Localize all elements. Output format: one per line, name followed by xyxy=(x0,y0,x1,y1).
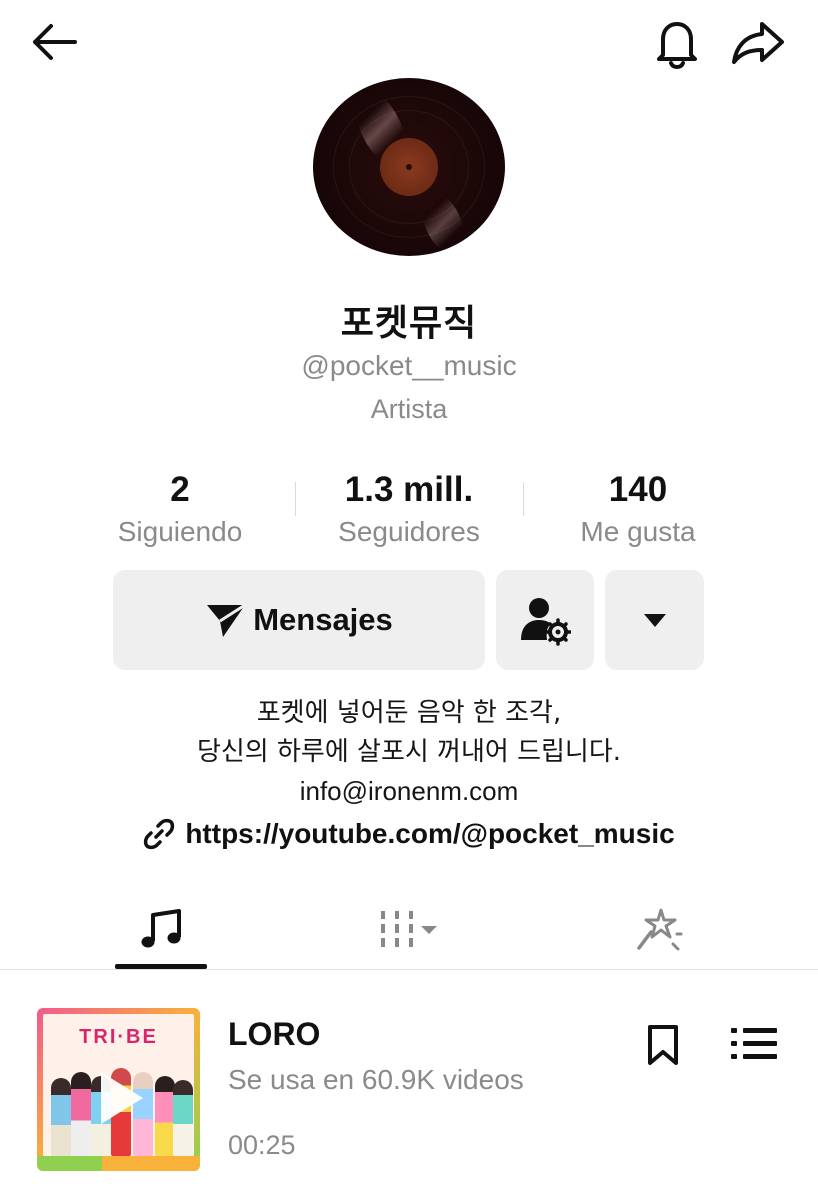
list-item[interactable]: TRI·BE LORO Se usa en 60.9K videos 00:25 xyxy=(0,990,818,1190)
avatar[interactable] xyxy=(313,78,505,256)
music-note-icon xyxy=(141,909,181,948)
list-icon xyxy=(731,1028,777,1059)
messages-button[interactable]: Mensajes xyxy=(113,570,485,670)
bell-icon xyxy=(657,22,697,69)
bio-line: 당신의 하루에 살포시 꺼내어 드립니다. xyxy=(196,737,622,767)
more-options-button[interactable] xyxy=(605,570,704,670)
stat-label: Seguidores xyxy=(338,516,480,547)
profile-link-text: https://youtube.com/@pocket_music xyxy=(185,818,675,849)
effects-icon xyxy=(637,908,683,951)
stat-likes[interactable]: 140 Me gusta xyxy=(523,470,753,548)
back-button[interactable] xyxy=(22,18,86,66)
album-cover[interactable]: TRI·BE xyxy=(37,1008,200,1171)
stat-label: Me gusta xyxy=(580,516,696,547)
tab-collections[interactable] xyxy=(360,890,460,968)
back-arrow-icon xyxy=(33,24,77,60)
play-icon xyxy=(101,1072,143,1124)
messages-label: Mensajes xyxy=(253,602,393,637)
link-icon xyxy=(144,818,175,850)
share-arrow-icon xyxy=(732,22,784,64)
caret-down-icon xyxy=(643,614,666,627)
track-usage: Se usa en 60.9K videos xyxy=(228,1064,524,1095)
add-to-list-button[interactable] xyxy=(728,1022,782,1066)
tab-music[interactable] xyxy=(115,890,207,968)
content-tabs xyxy=(0,890,818,970)
bio: 포켓에 넣어둔 음악 한 조각, 당신의 하루에 살포시 꺼내어 드립니다. i… xyxy=(0,694,818,811)
friend-settings-button[interactable] xyxy=(496,570,594,670)
profile-handle: @pocket__music xyxy=(301,350,517,381)
top-bar xyxy=(0,0,818,90)
stats-row: 2 Siguiendo 1.3 mill. Seguidores 140 Me … xyxy=(65,470,753,550)
bookmark-button[interactable] xyxy=(640,1020,686,1070)
collections-icon xyxy=(381,911,437,947)
profile-name: 포켓뮤직 xyxy=(340,303,478,344)
tabs-divider xyxy=(0,969,818,970)
bio-line: 포켓에 넣어둔 음악 한 조각, xyxy=(256,698,562,728)
bookmark-icon xyxy=(648,1025,678,1065)
stat-value: 1.3 mill. xyxy=(344,470,474,509)
track-title: LORO xyxy=(228,1016,321,1052)
share-button[interactable] xyxy=(726,14,790,72)
tab-effects[interactable] xyxy=(612,890,704,968)
profile-link[interactable]: https://youtube.com/@pocket_music xyxy=(0,818,818,850)
bio-email[interactable]: info@ironenm.com xyxy=(0,772,818,811)
track-duration: 00:25 xyxy=(228,1130,296,1160)
notifications-button[interactable] xyxy=(648,14,706,72)
stat-value: 2 xyxy=(170,470,190,509)
stat-followers[interactable]: 1.3 mill. Seguidores xyxy=(294,470,524,548)
user-settings-icon xyxy=(521,598,571,646)
send-icon xyxy=(207,603,247,637)
stat-label: Siguiendo xyxy=(117,516,243,547)
stat-following[interactable]: 2 Siguiendo xyxy=(65,470,295,548)
stat-value: 140 xyxy=(608,470,668,509)
profile-role: Artista xyxy=(370,394,448,424)
cover-logo: TRI·BE xyxy=(79,1026,158,1048)
